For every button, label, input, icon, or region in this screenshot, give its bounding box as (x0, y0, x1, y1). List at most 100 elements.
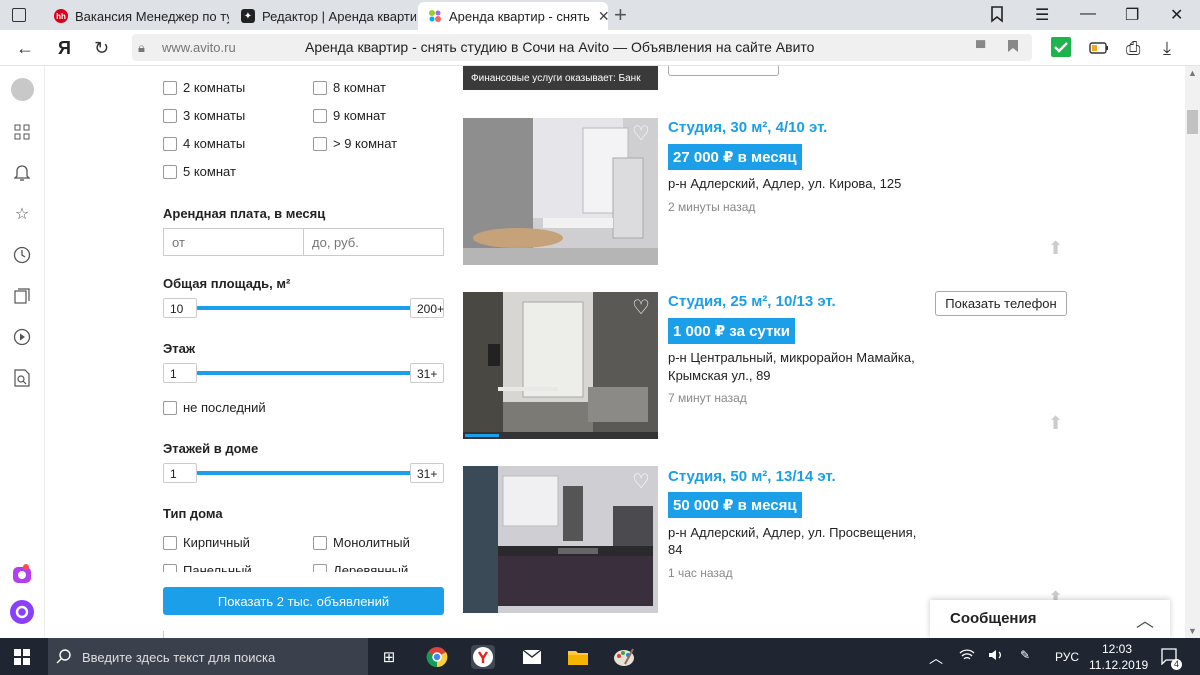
show-phone-button[interactable]: Показать телефон (935, 291, 1067, 316)
checkbox[interactable] (163, 80, 177, 95)
checkbox[interactable] (163, 164, 177, 179)
listing-title[interactable]: Студия, 25 м², 10/13 эт. (668, 293, 836, 310)
mail-icon[interactable] (520, 645, 544, 669)
close-tab-icon[interactable]: ✕ (598, 8, 608, 25)
collections-icon[interactable] (10, 284, 34, 308)
checkbox[interactable] (163, 535, 177, 550)
listing-photo[interactable]: ♡ (463, 118, 658, 265)
rooms-option-4[interactable]: 4 комнаты (163, 135, 245, 151)
close-window-icon[interactable]: ✕ (1170, 5, 1183, 25)
menu-icon[interactable]: ☰ (1035, 5, 1049, 25)
rooms-option-5[interactable]: 5 комнат (163, 163, 236, 179)
bell-icon[interactable] (10, 161, 34, 185)
checkbox[interactable] (163, 563, 177, 572)
area-slider-track[interactable] (196, 306, 412, 310)
rooms-option-more-9[interactable]: > 9 комнат (313, 135, 397, 151)
comment-icon[interactable]: ▀ (976, 40, 985, 55)
alice-assistant-icon[interactable] (10, 600, 34, 624)
tab-hh[interactable]: hh Вакансия Менеджер по ту (44, 2, 229, 30)
favorite-heart-icon[interactable]: ♡ (630, 124, 652, 144)
house-type-panel[interactable]: Панельный (163, 562, 252, 572)
scroll-down-icon[interactable]: ▼ (1188, 626, 1197, 636)
alice-store-icon[interactable] (10, 562, 34, 586)
tab-editor[interactable]: ✦ Редактор | Аренда квартир (231, 2, 416, 30)
yandex-logo-icon[interactable]: Я (58, 38, 71, 59)
rooms-option-2[interactable]: 2 комнаты (163, 79, 245, 95)
back-icon[interactable]: ← (16, 38, 34, 59)
floor-min-field[interactable]: 1 (163, 363, 197, 383)
download-icon[interactable]: ⤓ (1163, 38, 1171, 59)
listing-photo[interactable]: ♡ (463, 292, 658, 439)
ad-banner[interactable]: Финансовые услуги оказывает: Банк (463, 66, 658, 90)
minimize-icon[interactable]: — (1080, 5, 1096, 23)
wifi-icon[interactable] (959, 648, 975, 665)
ad-button-partial[interactable] (668, 66, 779, 76)
area-max-field[interactable]: 200+ (410, 298, 444, 318)
reload-icon[interactable]: ↻ (94, 38, 109, 59)
checkbox[interactable] (313, 108, 327, 123)
checkbox[interactable] (163, 108, 177, 123)
bookmarks-icon[interactable] (988, 5, 1006, 28)
checkbox[interactable] (313, 80, 327, 95)
file-explorer-icon[interactable] (566, 645, 590, 669)
star-icon[interactable]: ☆ (10, 202, 34, 226)
battery-icon[interactable] (1089, 39, 1109, 60)
volume-icon[interactable] (988, 648, 1004, 665)
listing-title[interactable]: Студия, 30 м², 4/10 эт. (668, 119, 827, 136)
favorite-heart-icon[interactable]: ♡ (630, 472, 652, 492)
checkmark-extension-icon[interactable] (1051, 37, 1071, 62)
chevron-up-icon[interactable]: ︿ (1136, 607, 1154, 633)
clock-date[interactable]: 11.12.2019 (1089, 658, 1148, 672)
rooms-option-9[interactable]: 9 комнат (313, 107, 386, 123)
checkbox[interactable] (163, 400, 177, 415)
messages-panel[interactable]: Сообщения ︿ (930, 600, 1170, 638)
area-min-field[interactable]: 10 (163, 298, 197, 318)
url-host[interactable]: www.avito.ru (162, 40, 236, 55)
floor-max-field[interactable]: 31+ (410, 363, 444, 383)
not-last-floor-option[interactable]: не последний (163, 399, 266, 415)
rooms-option-8[interactable]: 8 комнат (313, 79, 386, 95)
services-grid-icon[interactable] (10, 120, 34, 144)
checkbox[interactable] (313, 563, 327, 572)
search-page-icon[interactable] (10, 366, 34, 390)
rent-from-input[interactable] (163, 228, 304, 256)
avatar[interactable] (11, 78, 34, 101)
tray-expand-icon[interactable]: ︿ (929, 648, 943, 668)
listing-photo[interactable]: ♡ (463, 466, 658, 613)
scrollbar[interactable]: ▲ ▼ (1185, 66, 1200, 638)
tab-avito-active[interactable]: Аренда квартир - снять ✕ (418, 2, 608, 30)
floors-slider-track[interactable] (196, 471, 412, 475)
history-icon[interactable] (10, 243, 34, 267)
scroll-thumb[interactable] (1187, 110, 1198, 134)
listing-title[interactable]: Студия, 50 м², 13/14 эт. (668, 468, 836, 485)
language-indicator[interactable]: РУС (1055, 650, 1079, 664)
taskbar-search-placeholder[interactable]: Введите здесь текст для поиска (82, 650, 275, 665)
floors-max-field[interactable]: 31+ (410, 463, 444, 483)
promote-up-icon[interactable]: ⬆ (1048, 238, 1063, 259)
floors-min-field[interactable]: 1 (163, 463, 197, 483)
task-view-icon[interactable]: ⊞ (377, 645, 401, 669)
lock-icon[interactable]: 🔒︎ (138, 40, 145, 56)
pen-icon[interactable]: ✎ (1020, 648, 1030, 662)
play-icon[interactable] (10, 325, 34, 349)
rent-to-input[interactable] (303, 228, 444, 256)
scroll-up-icon[interactable]: ▲ (1188, 68, 1197, 78)
clock-time[interactable]: 12:03 (1102, 642, 1132, 656)
restore-icon[interactable]: ❐ (1125, 5, 1139, 25)
chrome-icon[interactable] (425, 645, 449, 669)
paint-icon[interactable] (612, 645, 636, 669)
translate-icon[interactable]: ⎙ (1126, 38, 1140, 59)
checkbox[interactable] (163, 136, 177, 151)
checkbox[interactable] (313, 535, 327, 550)
page-title[interactable]: Аренда квартир - снять студию в Сочи на … (305, 39, 814, 55)
new-tab-icon[interactable]: + (614, 2, 627, 28)
promote-up-icon[interactable]: ⬆ (1048, 413, 1063, 434)
bookmark-icon[interactable] (1007, 39, 1019, 56)
house-type-monolith[interactable]: Монолитный (313, 534, 410, 550)
show-results-button[interactable]: Показать 2 тыс. объявлений (163, 587, 444, 615)
checkbox[interactable] (313, 136, 327, 151)
house-type-brick[interactable]: Кирпичный (163, 534, 250, 550)
rooms-option-3[interactable]: 3 комнаты (163, 107, 245, 123)
favorite-heart-icon[interactable]: ♡ (630, 298, 652, 318)
floor-slider-track[interactable] (196, 371, 412, 375)
